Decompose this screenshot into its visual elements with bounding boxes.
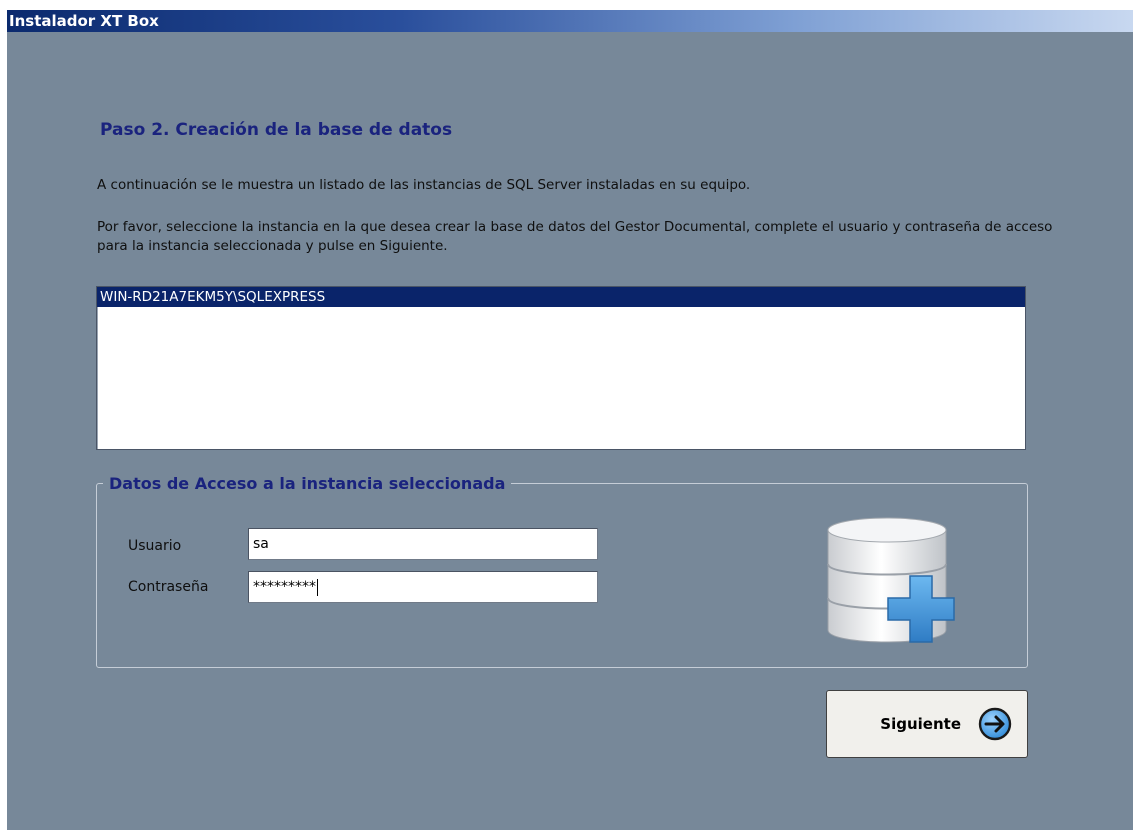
sql-instances-list[interactable]: WIN-RD21A7EKM5Y\SQLEXPRESS	[96, 286, 1026, 450]
description-text: Por favor, seleccione la instancia en la…	[97, 219, 1053, 254]
text-caret	[317, 578, 318, 596]
user-field[interactable]: sa	[248, 528, 598, 560]
password-label: Contraseña	[128, 579, 209, 595]
next-button[interactable]: Siguiente	[826, 690, 1028, 758]
list-item-selected[interactable]: WIN-RD21A7EKM5Y\SQLEXPRESS	[97, 287, 1025, 307]
user-label: Usuario	[128, 538, 182, 554]
title-bar: Instalador XT Box	[7, 10, 1133, 32]
next-button-label: Siguiente	[880, 715, 961, 733]
password-value: *********	[253, 579, 316, 595]
intro-text: A continuación se le muestra un listado …	[97, 177, 751, 193]
installer-window: Instalador XT Box Paso 2. Creación de la…	[7, 10, 1133, 830]
password-field[interactable]: *********	[248, 571, 598, 603]
access-group-title: Datos de Acceso a la instancia seleccion…	[109, 474, 506, 493]
step-title: Paso 2. Creación de la base de datos	[100, 120, 453, 140]
database-add-icon	[827, 517, 955, 643]
arrow-right-circle-icon	[978, 707, 1012, 741]
user-value: sa	[253, 536, 269, 552]
